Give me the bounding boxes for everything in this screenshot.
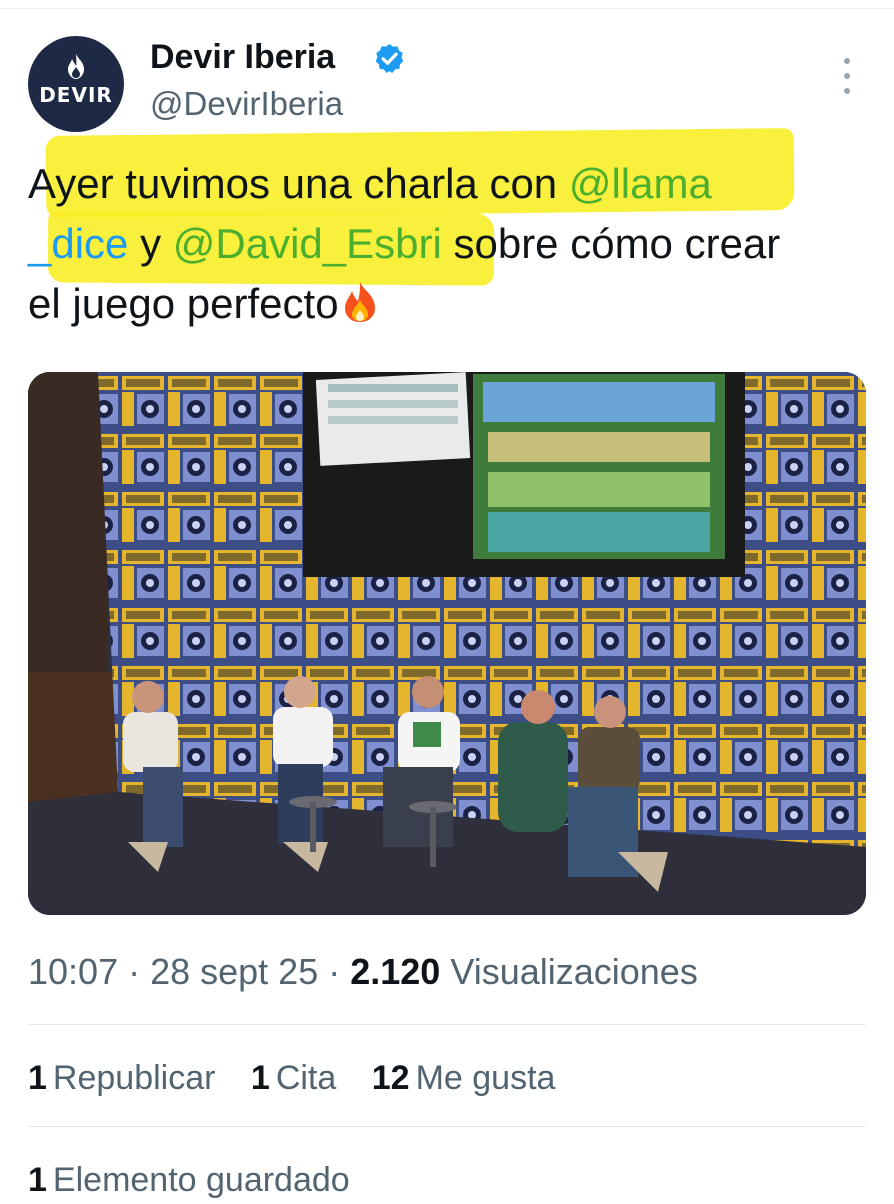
top-divider — [0, 8, 894, 9]
tweet-text: el juego perfecto — [28, 280, 339, 327]
tweet-text: Ayer tuvimos una charla con — [28, 160, 569, 207]
tweet-date[interactable]: 28 sept 25 — [150, 951, 318, 992]
tweet-photo-panel-discussion[interactable] — [28, 372, 866, 915]
tweet-text-line-2: _dice y @David_Esbri sobre cómo crear — [28, 212, 780, 276]
likes-stat[interactable]: 12 Me gusta — [372, 1054, 556, 1102]
author-name[interactable]: Devir Iberia — [150, 36, 335, 78]
more-options-button[interactable] — [840, 58, 854, 94]
tweet-meta: 10:07 · 28 sept 25 · 2.120 Visualizacion… — [28, 951, 698, 992]
avatar[interactable]: DEVIR — [28, 36, 124, 132]
mention-link-llama-dice[interactable]: @llama — [569, 160, 712, 207]
fire-emoji-icon — [344, 282, 375, 322]
tweet-text: y — [128, 220, 173, 267]
engagement-stats: 1 Republicar 1 Cita 12 Me gusta — [28, 1054, 581, 1102]
photo-content — [28, 372, 866, 915]
divider — [28, 1126, 866, 1127]
tweet-text: sobre cómo crear — [441, 220, 781, 267]
divider — [28, 1024, 866, 1025]
mention-link-david-esbri[interactable]: @David_Esbri — [173, 220, 442, 267]
views-label: Visualizaciones — [440, 951, 698, 992]
quotes-stat[interactable]: 1 Cita — [251, 1054, 336, 1102]
tweet-text-line-1: Ayer tuvimos una charla con @llama — [28, 152, 712, 216]
tweet-text-line-3: el juego perfecto — [28, 272, 379, 336]
avatar-label: DEVIR — [39, 83, 113, 107]
reposts-stat[interactable]: 1 Republicar — [28, 1054, 215, 1102]
author-handle[interactable]: @DevirIberia — [150, 84, 343, 124]
verified-badge-icon — [375, 44, 404, 73]
tweet-time[interactable]: 10:07 — [28, 951, 118, 992]
views-count: 2.120 — [350, 951, 441, 992]
more-vertical-icon — [844, 58, 850, 64]
devir-flame-logo-icon — [68, 54, 84, 79]
mention-link-llama-dice-continued[interactable]: _dice — [28, 220, 128, 267]
bookmarks-stat[interactable]: 1 Elemento guardado — [28, 1156, 350, 1204]
